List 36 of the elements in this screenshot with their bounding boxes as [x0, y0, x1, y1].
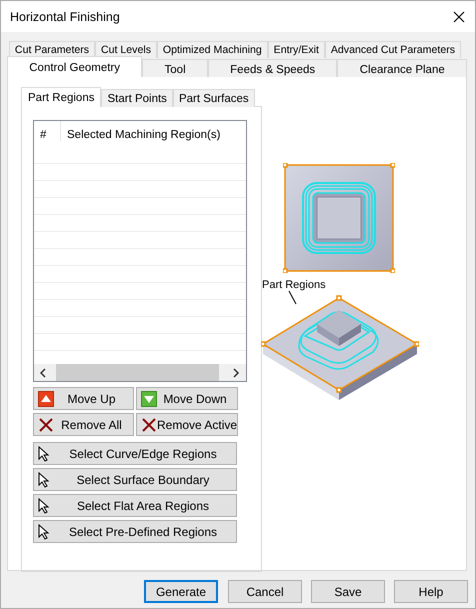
- cross-icon: [38, 416, 54, 432]
- tab[interactable]: Entry/Exit: [268, 41, 325, 58]
- button[interactable]: Move Up: [33, 387, 134, 410]
- tab[interactable]: Start Points: [101, 89, 173, 107]
- tab[interactable]: Tool: [142, 59, 208, 77]
- close-icon: [453, 10, 465, 22]
- column-header[interactable]: Selected Machining Region(s): [61, 121, 220, 147]
- cross-icon: [141, 416, 157, 432]
- scroll-right-icon: [233, 368, 240, 378]
- scrollbar-thumb[interactable]: [56, 364, 219, 381]
- scroll-left-icon: [40, 368, 47, 378]
- button[interactable]: Select Flat Area Regions: [33, 494, 237, 517]
- window-title: Horizontal Finishing: [10, 10, 120, 24]
- button[interactable]: Select Pre-Defined Regions: [33, 520, 237, 543]
- column-header[interactable]: #: [34, 121, 61, 141]
- tab[interactable]: Control Geometry: [7, 56, 142, 77]
- tab[interactable]: Clearance Plane: [337, 59, 467, 77]
- tab[interactable]: Advanced Cut Parameters: [324, 41, 461, 58]
- button[interactable]: Help: [394, 580, 468, 603]
- leader-line: [288, 290, 298, 306]
- button[interactable]: Move Down: [136, 387, 238, 410]
- button[interactable]: Select Surface Boundary: [33, 468, 237, 491]
- horizontal-scrollbar[interactable]: [34, 364, 246, 381]
- callout-label: Part Regions: [262, 279, 326, 291]
- region-list[interactable]: # Selected Machining Region(s): [33, 120, 247, 382]
- tab[interactable]: Part Regions: [21, 87, 102, 107]
- tab[interactable]: Part Surfaces: [172, 89, 255, 107]
- tab[interactable]: Feeds & Speeds: [208, 59, 338, 77]
- button[interactable]: Save: [311, 580, 385, 603]
- tab[interactable]: Cut Levels: [95, 41, 157, 58]
- button[interactable]: Generate: [144, 580, 218, 603]
- button[interactable]: Cancel: [228, 580, 302, 603]
- button[interactable]: Remove All: [33, 413, 134, 436]
- button[interactable]: Remove Active: [136, 413, 238, 436]
- tab[interactable]: Optimized Machining: [156, 41, 268, 58]
- button[interactable]: Select Curve/Edge Regions: [33, 442, 237, 465]
